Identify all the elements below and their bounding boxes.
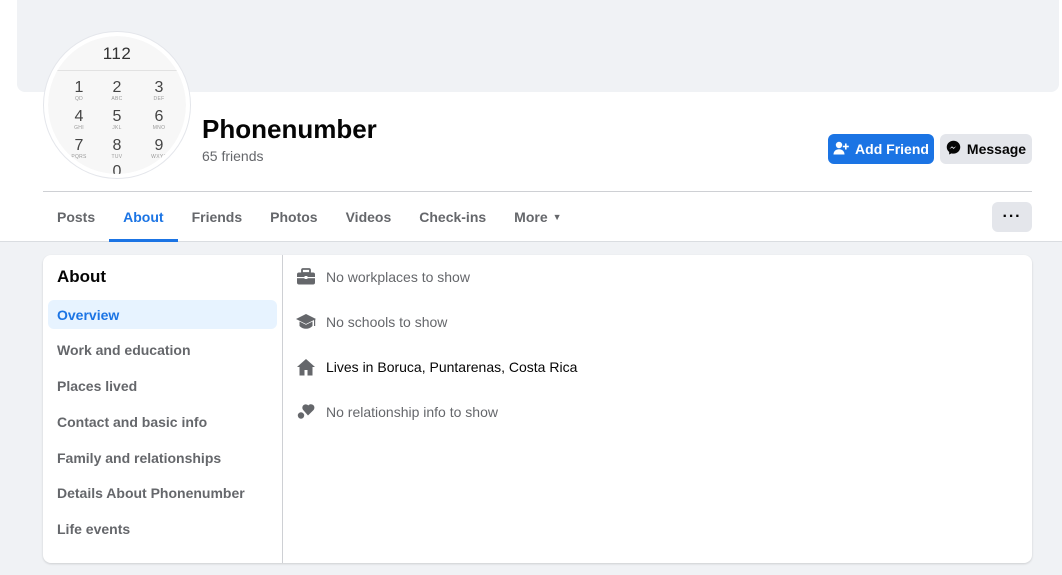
profile-avatar[interactable]: 112 1 QD 2 ABC 3 DEF 4 GHI 5 JKL 6 MNO 7 PQRS 8… xyxy=(44,32,190,178)
dialpad-key: 9 WXYZ xyxy=(151,137,167,161)
dialpad-display: 112 xyxy=(102,44,132,63)
tab-photos[interactable]: Photos xyxy=(256,192,331,242)
tab-friends[interactable]: Friends xyxy=(178,192,257,242)
message-label: Message xyxy=(966,141,1027,157)
about-menu-life-events[interactable]: Life events xyxy=(48,514,277,543)
dialpad-key: 1 QD xyxy=(74,79,84,103)
dialpad-key: 8 TUV xyxy=(111,137,123,161)
about-menu-family-relationships[interactable]: Family and relationships xyxy=(48,443,277,472)
work-info-text: No workplaces to show xyxy=(326,269,470,285)
home-icon xyxy=(295,356,317,378)
messenger-icon xyxy=(946,140,961,158)
dialpad-image: 112 1 QD 2 ABC 3 DEF 4 GHI 5 JKL 6 MNO 7 PQRS 8… xyxy=(48,36,186,174)
profile-name: Phonenumber xyxy=(202,114,377,144)
about-menu-work-and-education[interactable]: Work and education xyxy=(48,335,277,364)
dialpad-key: 2 ABC xyxy=(111,79,123,103)
dialpad-key: 7 PQRS xyxy=(71,137,87,161)
about-menu-contact-info[interactable]: Contact and basic info xyxy=(48,407,277,436)
tab-videos[interactable]: Videos xyxy=(332,192,406,242)
overview-relationship-row: No relationship info to show xyxy=(295,400,498,424)
briefcase-icon xyxy=(295,266,317,288)
heart-icon xyxy=(295,401,317,423)
dialpad-separator xyxy=(48,70,186,71)
tab-check-ins[interactable]: Check-ins xyxy=(405,192,500,242)
friends-count-link[interactable]: 65 friends xyxy=(202,148,263,164)
dialpad-key: 3 DEF xyxy=(153,79,165,103)
add-friend-button[interactable]: Add Friend xyxy=(828,134,934,164)
tab-more[interactable]: More ▼ xyxy=(500,192,575,242)
add-friend-label: Add Friend xyxy=(855,141,929,157)
caret-down-icon: ▼ xyxy=(552,212,562,222)
about-sidebar: About Overview Work and education Places… xyxy=(43,255,283,563)
tab-about[interactable]: About xyxy=(109,192,179,242)
profile-header: 112 1 QD 2 ABC 3 DEF 4 GHI 5 JKL 6 MNO 7 PQRS 8… xyxy=(0,0,1062,242)
education-info-text: No schools to show xyxy=(326,314,448,330)
profile-tabs: Posts About Friends Photos Videos Check-… xyxy=(43,192,576,242)
message-button[interactable]: Message xyxy=(940,134,1032,164)
overview-lives-row: Lives in Boruca, Puntarenas, Costa Rica xyxy=(295,355,577,379)
lives-in-text: Lives in Boruca, Puntarenas, Costa Rica xyxy=(326,359,578,375)
overview-work-row: No workplaces to show xyxy=(295,265,470,289)
about-menu-overview[interactable]: Overview xyxy=(48,300,277,329)
relationship-info-text: No relationship info to show xyxy=(326,404,498,420)
about-title: About xyxy=(57,267,107,286)
lives-in-place-link[interactable]: Boruca, Puntarenas, Costa Rica xyxy=(377,359,577,375)
overview-education-row: No schools to show xyxy=(295,310,447,334)
dialpad-key: 6 MNO xyxy=(152,108,166,132)
dialpad-key: 4 GHI xyxy=(74,108,84,132)
more-options-button[interactable]: ··· xyxy=(992,202,1032,232)
about-menu-details[interactable]: Details About Phonenumber xyxy=(48,478,277,507)
about-card: About Overview Work and education Places… xyxy=(43,255,1032,563)
about-menu-places-lived[interactable]: Places lived xyxy=(48,371,277,400)
tab-posts[interactable]: Posts xyxy=(43,192,109,242)
graduation-cap-icon xyxy=(295,311,317,333)
more-options-icon: ··· xyxy=(1002,208,1022,225)
add-friend-icon xyxy=(833,141,849,158)
dialpad-key: 0 xyxy=(112,163,122,175)
dialpad-key: 5 JKL xyxy=(112,108,122,132)
